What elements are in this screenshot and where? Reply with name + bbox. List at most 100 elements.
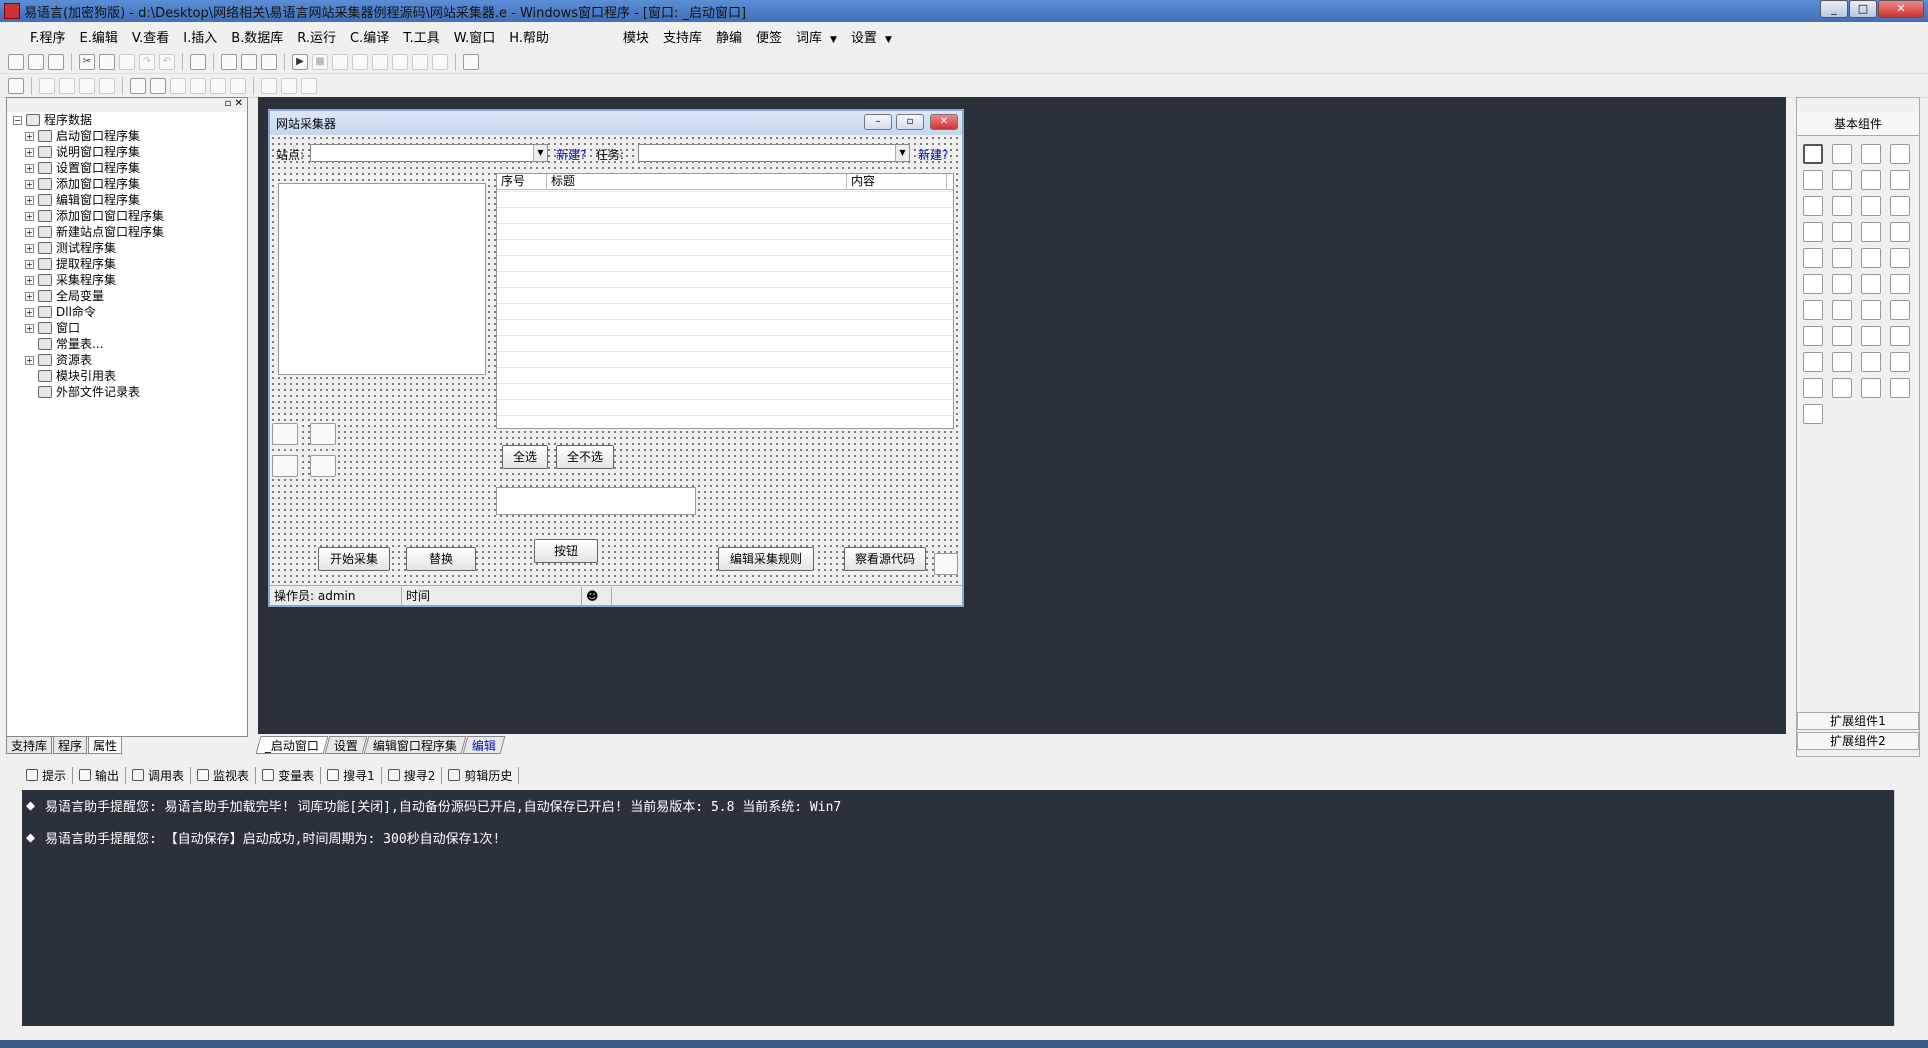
column-header-content[interactable]: 内容 xyxy=(847,174,947,189)
menu-static-compile[interactable]: 静编 xyxy=(709,27,749,46)
cut-icon[interactable]: ✂ xyxy=(79,53,95,70)
checkbox-component-icon[interactable] xyxy=(1803,196,1823,216)
open-folder-icon[interactable] xyxy=(28,53,44,70)
timer-component-icon[interactable] xyxy=(1803,326,1823,346)
tab-program[interactable]: 程序 xyxy=(53,736,88,754)
align-top-icon[interactable] xyxy=(79,77,95,94)
size-height-icon[interactable] xyxy=(281,77,297,94)
label-component-icon[interactable] xyxy=(1832,144,1852,164)
tree-item[interactable]: + 采集程序集 xyxy=(25,272,247,288)
layout3-icon[interactable] xyxy=(261,53,277,70)
picture-component-icon[interactable] xyxy=(1861,144,1881,164)
start-collect-button[interactable]: 开始采集 xyxy=(318,547,390,571)
db-provider-component-icon[interactable] xyxy=(1832,378,1852,398)
tab-component-icon[interactable] xyxy=(1832,248,1852,268)
select-none-button[interactable]: 全不选 xyxy=(556,445,614,469)
tab-startup-window[interactable]: _启动窗口 xyxy=(255,736,329,754)
tree-item[interactable]: + 添加窗口程序集 xyxy=(25,176,247,192)
menu-settings[interactable]: 设置 ▼ xyxy=(844,27,899,46)
timer-icon[interactable] xyxy=(934,553,958,575)
table-component-icon[interactable] xyxy=(1890,352,1910,372)
calendar-component-icon[interactable] xyxy=(1803,274,1823,294)
client-component-icon[interactable] xyxy=(1832,352,1852,372)
align-bottom-icon[interactable] xyxy=(99,77,115,94)
menu-dictionary[interactable]: 词库 ▼ xyxy=(789,27,844,46)
tab-edit[interactable]: 编辑 xyxy=(462,736,506,754)
space-h-icon[interactable] xyxy=(170,77,186,94)
tree-item[interactable]: + 编辑窗口程序集 xyxy=(25,192,247,208)
printer2-component-icon[interactable] xyxy=(1832,326,1852,346)
shape-component-icon[interactable] xyxy=(1890,144,1910,164)
redo-icon[interactable]: ↷ xyxy=(139,53,155,70)
menu-notes[interactable]: 便签 xyxy=(749,27,789,46)
undo-icon[interactable]: ↶ xyxy=(159,53,175,70)
form-component-icon[interactable] xyxy=(1861,352,1881,372)
step-over-icon[interactable] xyxy=(372,53,388,70)
groupbox-component-icon[interactable] xyxy=(1890,248,1910,268)
chevron-down-icon[interactable]: ▼ xyxy=(533,145,547,161)
tab-edit-window-module[interactable]: 编辑窗口程序集 xyxy=(363,736,467,754)
column-header-index[interactable]: 序号 xyxy=(497,174,547,189)
result-listview[interactable]: 序号 标题 内容 xyxy=(496,173,954,429)
tree-item[interactable]: + Dll命令 xyxy=(25,304,247,320)
step-out-icon[interactable] xyxy=(392,53,408,70)
menu-edit[interactable]: E.编辑 xyxy=(73,27,125,46)
combobox-component-icon[interactable] xyxy=(1861,196,1881,216)
checklist-component-icon[interactable] xyxy=(1803,222,1823,242)
tree-item[interactable]: + 说明窗口程序集 xyxy=(25,144,247,160)
tree-item[interactable]: + 窗口 xyxy=(25,320,247,336)
tab-extension-2[interactable]: 扩展组件2 xyxy=(1797,732,1919,750)
output-scrollbar[interactable] xyxy=(1894,790,1910,1026)
grid-component-icon[interactable] xyxy=(272,423,298,445)
menu-view[interactable]: V.查看 xyxy=(125,27,176,46)
tab-hint[interactable]: 提示 xyxy=(20,766,74,784)
step-into-icon[interactable] xyxy=(352,53,368,70)
listview-component-icon[interactable] xyxy=(1890,300,1910,320)
align-left-icon[interactable] xyxy=(39,77,55,94)
replace-button[interactable]: 替换 xyxy=(406,547,476,571)
menu-database[interactable]: B.数据库 xyxy=(224,27,290,46)
step-icon[interactable] xyxy=(332,53,348,70)
close-button[interactable]: ✕ xyxy=(1878,0,1924,18)
run-icon[interactable]: ▶ xyxy=(292,53,308,70)
chevron-down-icon[interactable]: ▼ xyxy=(895,145,909,161)
tree-item[interactable]: + 资源表 xyxy=(25,352,247,368)
db-component-icon[interactable] xyxy=(272,455,298,477)
tab-settings[interactable]: 设置 xyxy=(324,736,368,754)
tree-item[interactable]: + 添加窗口窗口程序集 xyxy=(25,208,247,224)
tree-item[interactable]: + 设置窗口程序集 xyxy=(25,160,247,176)
tab-output[interactable]: 输出 xyxy=(73,766,127,784)
hand-icon[interactable] xyxy=(432,53,448,70)
menu-run[interactable]: R.运行 xyxy=(290,27,343,46)
size-width-icon[interactable] xyxy=(261,77,277,94)
form-maximize-icon[interactable]: ▫ xyxy=(896,114,924,130)
tree-component-icon[interactable] xyxy=(1803,378,1823,398)
paste-icon[interactable] xyxy=(119,53,135,70)
button-component-icon[interactable] xyxy=(1832,274,1852,294)
db-component-icon[interactable] xyxy=(310,423,336,445)
vscroll-component-icon[interactable] xyxy=(1861,222,1881,242)
view-source-button[interactable]: 察看源代码 xyxy=(844,547,926,571)
menu-support-lib[interactable]: 支持库 xyxy=(656,27,709,46)
text-component-icon[interactable] xyxy=(1861,170,1881,190)
form-close-icon[interactable]: ✕ xyxy=(930,114,958,130)
server-component-icon[interactable] xyxy=(1803,352,1823,372)
tree-item[interactable]: 常量表... xyxy=(25,336,247,352)
tree-item[interactable]: + 全局变量 xyxy=(25,288,247,304)
odbc-component-icon[interactable] xyxy=(1890,378,1910,398)
panel-pin-close-icon[interactable]: ▫ ✕ xyxy=(225,98,243,109)
tab-watch[interactable]: 监视表 xyxy=(191,766,257,784)
same-width-icon[interactable] xyxy=(210,77,226,94)
tab-search2[interactable]: 搜寻2 xyxy=(382,766,443,784)
site-combobox[interactable]: ▼ xyxy=(310,144,548,162)
menu-insert[interactable]: I.插入 xyxy=(176,27,224,46)
tab-support-lib[interactable]: 支持库 xyxy=(6,736,53,754)
progress-component-icon[interactable] xyxy=(1890,222,1910,242)
printer-component-icon[interactable] xyxy=(1890,274,1910,294)
center-v-icon[interactable] xyxy=(150,77,166,94)
center-h-icon[interactable] xyxy=(130,77,146,94)
database-component-icon[interactable] xyxy=(1832,300,1852,320)
grid-component-icon[interactable] xyxy=(310,455,336,477)
copy-icon[interactable] xyxy=(99,53,115,70)
tab-search1[interactable]: 搜寻1 xyxy=(321,766,382,784)
